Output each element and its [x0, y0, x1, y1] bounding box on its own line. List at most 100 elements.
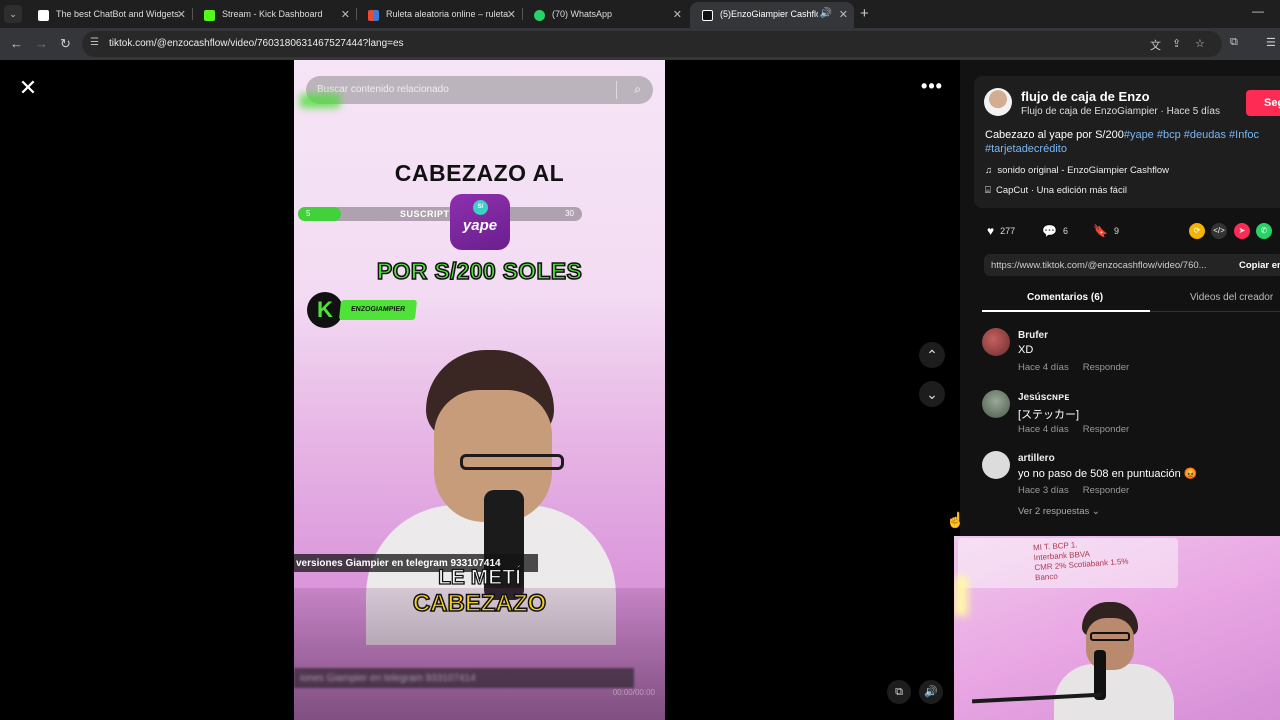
- webcam-overlay: MI T. BCP 1. Interbank BBVA CMR 2% Scoti…: [954, 536, 1280, 720]
- back-icon[interactable]: ←: [10, 36, 23, 51]
- comment-text: XD: [1018, 344, 1034, 356]
- comment-time: Hace 3 días: [1018, 485, 1069, 496]
- volume-icon[interactable]: 🔊: [919, 680, 943, 704]
- tab-comments[interactable]: Comentarios (6): [1027, 292, 1103, 303]
- comment-time: Hace 4 días: [1018, 362, 1069, 373]
- follow-button[interactable]: Seg: [1246, 90, 1280, 116]
- search-icon[interactable]: ⌕: [634, 82, 641, 97]
- webcam-glasses: [1090, 632, 1130, 641]
- address-bar[interactable]: ☰ tiktok.com/@enzocashflow/video/7603180…: [82, 31, 1222, 57]
- reply-button[interactable]: Responder: [1083, 424, 1129, 435]
- new-tab-icon[interactable]: +: [860, 5, 869, 22]
- tab-kick-dashboard[interactable]: Stream - Kick Dashboard ✕: [192, 2, 356, 28]
- save-count: 9: [1113, 226, 1119, 236]
- close-tab-icon[interactable]: ✕: [673, 8, 682, 21]
- yape-logo: S/ yape: [450, 194, 510, 250]
- browser-chrome: ⌄ The best ChatBot and Widgets ✕ Stream …: [0, 0, 1280, 60]
- video-player-area: ✕ ••• ⌃ ⌄ ⧉ 🔊 Buscar contenido relaciona…: [0, 60, 960, 720]
- copy-link-button[interactable]: Copiar en: [1239, 260, 1280, 271]
- audio-playing-icon[interactable]: 🔊: [820, 8, 832, 19]
- related-search-input[interactable]: Buscar contenido relacionado ⌕: [306, 76, 653, 104]
- tab-tiktok-active[interactable]: (5)EnzoGiampier Cashflow | 🔊 ✕: [690, 2, 854, 28]
- comment-avatar[interactable]: [982, 328, 1010, 356]
- next-video-chevron-down-icon[interactable]: ⌄: [919, 381, 945, 407]
- tab-whatsapp[interactable]: (70) WhatsApp ✕: [522, 2, 688, 28]
- hashtags-line-1[interactable]: #yape #bcp #deudas #Infoc: [1124, 129, 1259, 141]
- whatsapp-share-icon[interactable]: ✆: [1256, 223, 1272, 239]
- tab-chatbot[interactable]: The best ChatBot and Widgets ✕: [26, 2, 192, 28]
- comment-author[interactable]: Brufer: [1018, 330, 1048, 341]
- comment-button[interactable]: 💬 6: [1042, 224, 1068, 238]
- install-app-icon[interactable]: ⇪: [1172, 37, 1181, 50]
- tab-ruleta[interactable]: Ruleta aleatoria online – ruleta ✕: [356, 2, 522, 28]
- kick-logo-icon: K: [307, 292, 343, 328]
- more-options-icon[interactable]: •••: [918, 76, 946, 100]
- previous-video-chevron-up-icon[interactable]: ⌃: [919, 342, 945, 368]
- send-to-friends-icon[interactable]: ➤: [1234, 223, 1250, 239]
- comment-text: yo no paso de 508 en puntuación 😡: [1018, 468, 1198, 480]
- embed-code-icon[interactable]: </>: [1211, 223, 1227, 239]
- repost-icon[interactable]: ⟳: [1189, 223, 1205, 239]
- divider: [616, 81, 617, 99]
- chatbot-favicon-icon: [38, 10, 49, 21]
- tab-creator-videos[interactable]: Videos del creador: [1190, 292, 1273, 303]
- url-text[interactable]: tiktok.com/@enzocashflow/video/760318063…: [109, 38, 404, 49]
- kick-favicon-icon: [204, 10, 215, 21]
- video-timecode: 00:00/00:00: [612, 688, 655, 697]
- comment-author[interactable]: artillero: [1018, 453, 1055, 464]
- close-tab-icon[interactable]: ✕: [341, 8, 350, 21]
- lamp-glow: [954, 576, 968, 616]
- extensions-icon[interactable]: ⧉: [1230, 36, 1238, 49]
- save-button[interactable]: 🔖 9: [1093, 224, 1119, 238]
- tab-title: Stream - Kick Dashboard: [222, 9, 323, 19]
- site-info-icon[interactable]: ☰: [90, 37, 99, 48]
- reply-button[interactable]: Responder: [1083, 485, 1129, 496]
- comment-avatar[interactable]: [982, 390, 1010, 418]
- reload-icon[interactable]: ↻: [60, 36, 71, 52]
- close-tab-icon[interactable]: ✕: [507, 8, 516, 21]
- view-replies-button[interactable]: Ver 2 respuestas ⌄: [1018, 506, 1100, 517]
- video-description: Cabezazo al yape por S/200#yape #bcp #de…: [985, 128, 1280, 156]
- capcut-icon: ⌸: [985, 185, 991, 196]
- caption-line-2: CABEZAZO: [412, 589, 547, 618]
- comment-time: Hace 4 días: [1018, 424, 1069, 435]
- hand-cursor-icon: ☝: [946, 512, 965, 529]
- close-icon[interactable]: ✕: [16, 77, 40, 101]
- sound-link[interactable]: ♫ sonido original - EnzoGiampier Cashflo…: [985, 165, 1169, 176]
- comment-count: 6: [1062, 226, 1068, 236]
- whatsapp-favicon-icon: [534, 10, 545, 21]
- comment-avatar[interactable]: [982, 451, 1010, 479]
- tab-title: (70) WhatsApp: [552, 9, 613, 19]
- comment-author[interactable]: Jesúsᴄɴᴘᴇ: [1018, 392, 1069, 403]
- hashtags-line-2[interactable]: #tarjetadecrédito: [985, 143, 1067, 155]
- comment-meta: Hace 4 días Responder: [1018, 362, 1129, 373]
- close-tab-icon[interactable]: ✕: [177, 8, 186, 21]
- video-link-text[interactable]: https://www.tiktok.com/@enzocashflow/vid…: [991, 260, 1207, 271]
- comment-text: [ステッカー]: [1018, 409, 1080, 421]
- capcut-link[interactable]: ⌸ CapCut · Una edición más fácil: [985, 185, 1127, 196]
- capcut-label: CapCut · Una edición más fácil: [995, 185, 1127, 196]
- close-tab-icon[interactable]: ✕: [839, 8, 848, 21]
- menu-icon[interactable]: ☰: [1266, 36, 1276, 49]
- tab-title: Ruleta aleatoria online – ruleta: [386, 9, 509, 19]
- browser-toolbar: ← → ↻ ☰ tiktok.com/@enzocashflow/video/7…: [0, 28, 1280, 60]
- comment-item: Brufer XD Hace 4 días Responder: [982, 328, 1280, 388]
- comment-item: Jesúsᴄɴᴘᴇ [ステッカー] Hace 4 días Responder: [982, 390, 1280, 450]
- reply-button[interactable]: Responder: [1083, 362, 1129, 373]
- progress-label: SUSCRIPT: [400, 209, 450, 219]
- picture-in-picture-icon[interactable]: ⧉: [887, 680, 911, 704]
- video-frame[interactable]: Buscar contenido relacionado ⌕ CABEZAZO …: [294, 60, 665, 720]
- comment-meta: Hace 3 días Responder: [1018, 485, 1129, 496]
- translate-icon[interactable]: 文: [1150, 37, 1161, 53]
- author-avatar[interactable]: [984, 88, 1012, 116]
- subscribers-progress-bar: 5 SUSCRIPT 30: [298, 207, 582, 221]
- video-headline-top: CABEZAZO AL: [394, 160, 565, 186]
- whiteboard-line: Banco: [1034, 571, 1059, 583]
- tab-search-icon[interactable]: ⌄: [4, 5, 22, 23]
- author-name[interactable]: flujo de caja de Enzo: [1021, 89, 1150, 104]
- like-button[interactable]: ♥ 277: [987, 224, 1015, 238]
- like-count: 277: [1000, 226, 1016, 236]
- minimize-window-icon[interactable]: —: [1252, 4, 1264, 18]
- forward-icon[interactable]: →: [35, 36, 48, 51]
- bookmark-star-icon[interactable]: ☆: [1195, 37, 1205, 50]
